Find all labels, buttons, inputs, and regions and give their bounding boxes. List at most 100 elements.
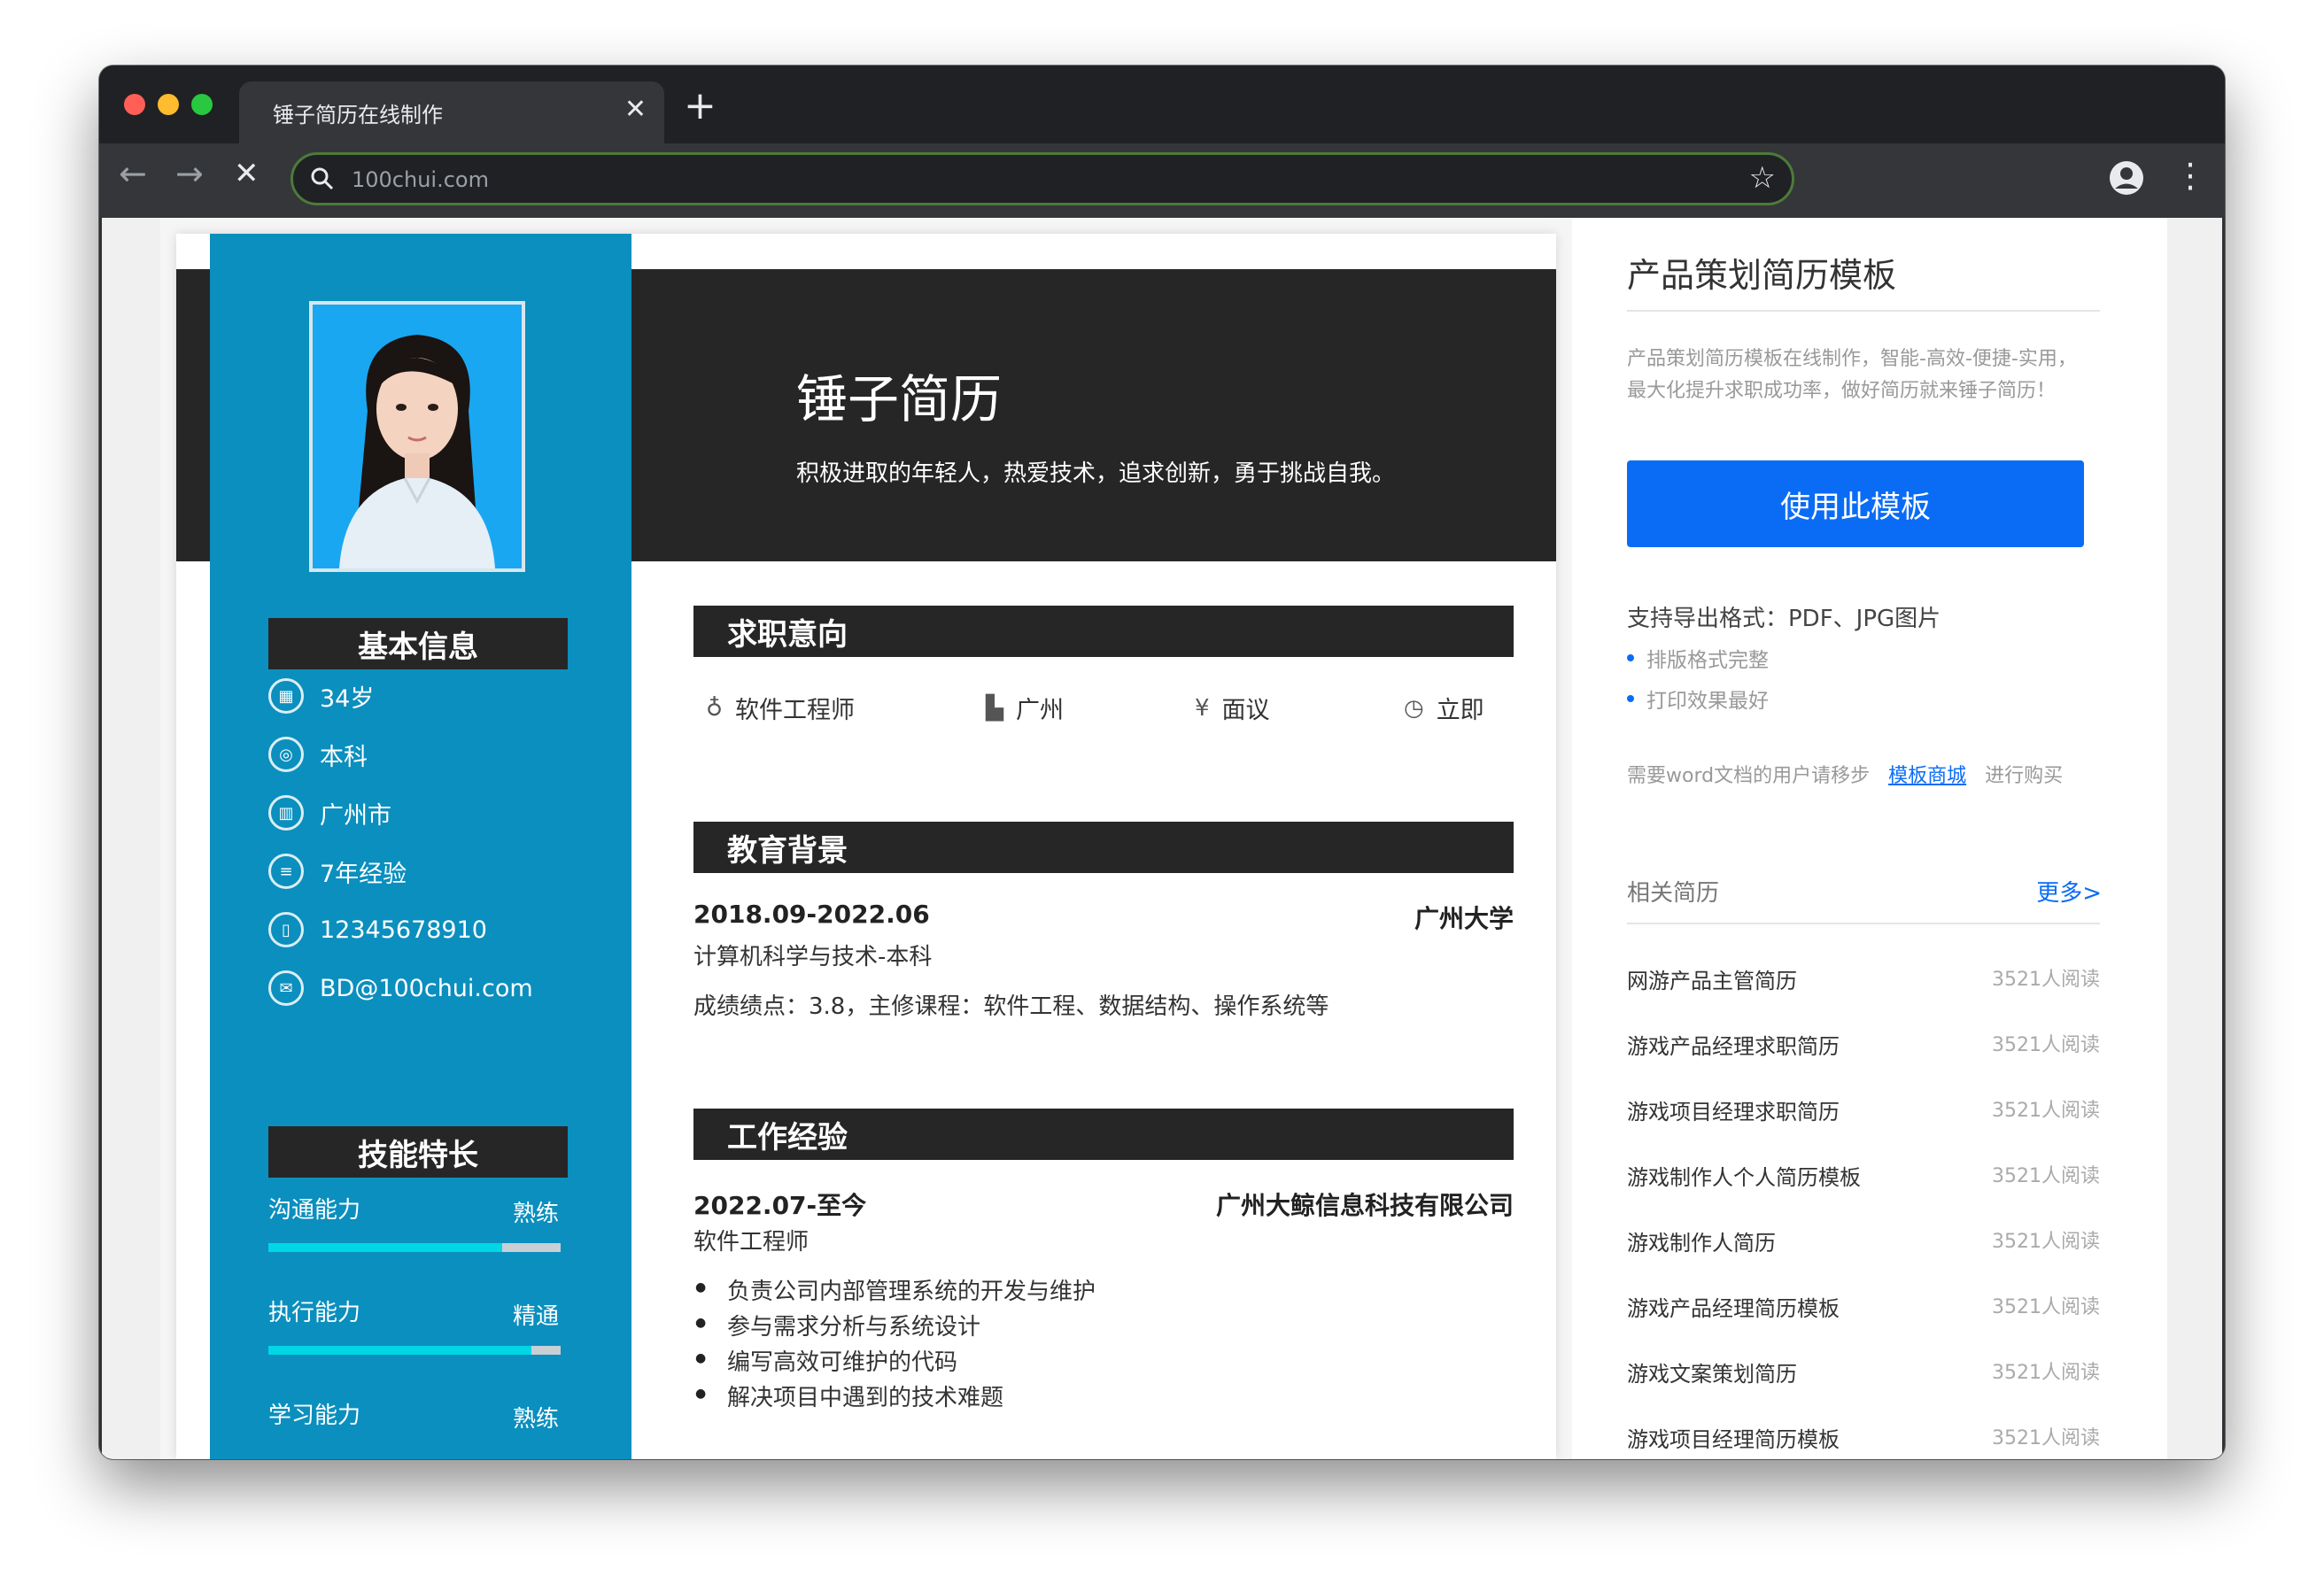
template-desc-line1: 产品策划简历模板在线制作，智能-高效-便捷-实用， [1627,348,2077,370]
city-icon: ▙ [986,694,1003,722]
intent-city-text: 广州 [1016,697,1064,724]
skill-name: 学习能力 [268,1403,361,1429]
feature-item: 排版格式完整 [1627,643,1769,673]
skills-heading: 技能特长 [268,1126,568,1178]
related-resume-item[interactable]: 游戏产品经理求职简历 3521人阅读 [1627,1024,2100,1059]
related-resume-item[interactable]: 游戏文案策划简历 3521人阅读 [1627,1351,2100,1387]
template-info-panel: 产品策划简历模板 产品策划简历模板在线制作，智能-高效-便捷-实用， 最大化提升… [1572,218,2167,1459]
related-resume-title[interactable]: 游戏产品经理简历模板 [1627,1291,1840,1322]
education-heading: 教育背景 [693,822,1514,873]
related-resume-title[interactable]: 游戏文案策划简历 [1627,1356,1797,1387]
skill-level: 熟练 [513,1201,560,1227]
bookmark-star-icon[interactable]: ☆ [1749,160,1776,196]
resume-sidebar: 基本信息 ▦ 34岁 ◎ 本科 ▥ 广州市 ≡ 7年经验 ▯ 123456789… [210,234,631,1459]
intent-availability-text: 立即 [1436,697,1484,724]
skill-name: 沟通能力 [268,1197,361,1224]
intent-salary-text: 面议 [1221,697,1270,724]
profile-avatar-icon[interactable] [2108,159,2145,197]
related-resume-item[interactable]: 游戏项目经理求职简历 3521人阅读 [1627,1089,2100,1124]
new-tab-button[interactable]: + [684,83,717,128]
divider [1627,310,2100,312]
feature-item: 打印效果最好 [1627,684,1769,714]
related-heading: 相关简历 [1627,880,1720,907]
more-link[interactable]: 更多> [2036,875,2102,908]
calendar-icon: ▦ [268,678,304,714]
work-bullet: 参与需求分析与系统设计 [695,1309,980,1341]
stop-loading-icon[interactable]: ✕ [234,156,260,191]
info-degree: ◎ 本科 [268,735,368,774]
resume-name: 锤子简历 [796,369,1003,429]
profile-photo [309,301,525,572]
phone-icon: ▯ [268,912,304,947]
tab-bar: 锤子简历在线制作 ✕ + [99,66,2225,143]
related-resume-title[interactable]: 游戏制作人个人简历模板 [1627,1160,1861,1191]
related-resume-item[interactable]: 游戏产品经理简历模板 3521人阅读 [1627,1286,2100,1321]
work-bullet: 编写高效可维护的代码 [695,1344,957,1377]
read-count: 3521人阅读 [1992,1427,2100,1449]
url-text[interactable]: 100chui.com [352,167,489,192]
browser-menu-icon[interactable]: ⋮ [2173,156,2207,195]
intent-position: ♁ 软件工程师 [706,691,855,725]
browser-toolbar: ← → ✕ 100chui.com ☆ ⋮ [99,143,2225,218]
education-detail: 成绩绩点：3.8，主修课程：软件工程、数据结构、操作系统等 [693,993,1329,1020]
related-resume-title[interactable]: 游戏项目经理求职简历 [1627,1094,1840,1125]
read-count: 3521人阅读 [1992,1165,2100,1187]
divider [1627,923,2100,924]
info-email-text: BD@100chui.com [320,974,533,1002]
back-arrow-icon[interactable]: ← [119,154,147,193]
word-notice: 需要word文档的用户请移步 模板商城 进行购买 [1627,760,2063,788]
info-experience-text: 7年经验 [320,860,407,888]
info-experience: ≡ 7年经验 [268,852,407,891]
skill-level: 精通 [513,1303,560,1330]
related-resume-item[interactable]: 游戏制作人个人简历模板 3521人阅读 [1627,1155,2100,1190]
clock-icon: ◷ [1404,694,1424,722]
read-count: 3521人阅读 [1992,1231,2100,1253]
template-desc-line2: 最大化提升求职成功率，做好简历就来锤子简历！ [1627,380,2057,402]
template-title: 产品策划简历模板 [1627,256,1897,295]
export-formats: 支持导出格式：PDF、JPG图片 [1627,606,1941,632]
yen-icon: ¥ [1195,694,1210,722]
skill-progress-bar [268,1346,561,1355]
browser-window: 锤子简历在线制作 ✕ + ← → ✕ 100chui.com ☆ ⋮ 基本信息 … [99,66,2225,1459]
word-notice-suffix: 进行购买 [1985,765,2064,787]
address-bar[interactable]: 100chui.com ☆ [290,152,1794,205]
intent-position-text: 软件工程师 [735,697,856,724]
related-resume-title[interactable]: 网游产品主管简历 [1627,963,1797,994]
education-period: 2018.09-2022.06 [693,900,930,929]
use-template-button[interactable]: 使用此模板 [1627,460,2084,547]
related-resume-item[interactable]: 游戏制作人简历 3521人阅读 [1627,1220,2100,1256]
list-icon: ≡ [268,854,304,889]
intent-city: ▙ 广州 [986,691,1064,725]
template-store-link[interactable]: 模板商城 [1888,765,1966,787]
info-city-text: 广州市 [320,801,391,830]
word-notice-prefix: 需要word文档的用户请移步 [1627,765,1871,787]
read-count: 3521人阅读 [1992,1034,2100,1056]
info-phone: ▯ 12345678910 [268,910,487,949]
job-intent-heading: 求职意向 [693,606,1514,657]
read-count: 3521人阅读 [1992,1100,2100,1122]
work-company: 广州大鲸信息科技有限公司 [1215,1191,1514,1220]
close-window-button[interactable] [124,94,145,115]
maximize-window-button[interactable] [191,94,213,115]
intent-salary: ¥ 面议 [1195,691,1270,725]
intent-availability: ◷ 立即 [1404,691,1484,725]
close-tab-icon[interactable]: ✕ [624,94,647,125]
education-school: 广州大学 [1414,904,1514,933]
work-role: 软件工程师 [693,1229,810,1256]
mail-icon: ✉ [268,970,304,1006]
related-resume-title[interactable]: 游戏产品经理求职简历 [1627,1029,1840,1060]
related-resume-title[interactable]: 游戏项目经理简历模板 [1627,1422,1840,1453]
read-count: 3521人阅读 [1992,1296,2100,1318]
browser-tab[interactable]: 锤子简历在线制作 ✕ [239,81,664,143]
work-bullet: 负责公司内部管理系统的开发与维护 [695,1273,1096,1306]
page-viewport: 基本信息 ▦ 34岁 ◎ 本科 ▥ 广州市 ≡ 7年经验 ▯ 123456789… [102,218,2222,1459]
forward-arrow-icon[interactable]: → [175,154,204,193]
related-resume-item[interactable]: 游戏项目经理简历模板 3521人阅读 [1627,1417,2100,1452]
info-email: ✉ BD@100chui.com [268,969,533,1008]
info-city: ▥ 广州市 [268,793,391,832]
related-resume-item[interactable]: 网游产品主管简历 3521人阅读 [1627,958,2100,993]
minimize-window-button[interactable] [158,94,179,115]
skill-name: 执行能力 [268,1300,361,1326]
skill-progress-fill [268,1346,531,1355]
related-resume-title[interactable]: 游戏制作人简历 [1627,1225,1776,1256]
